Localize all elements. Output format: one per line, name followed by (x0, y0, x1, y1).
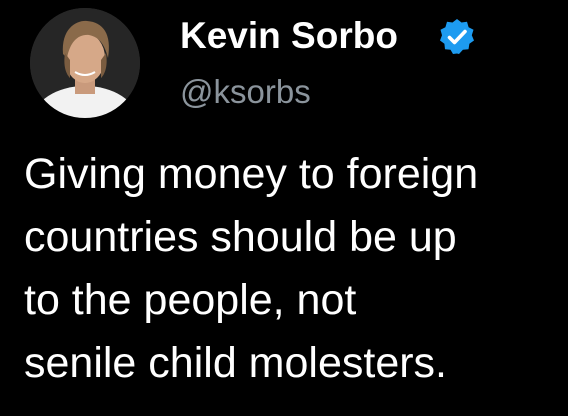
tweet-line: Giving money to foreign (24, 150, 479, 198)
tweet-line: senile child molesters. (24, 339, 448, 387)
tweet-line: countries should be up (24, 213, 457, 261)
avatar[interactable] (30, 8, 140, 118)
profile-photo-icon (30, 8, 140, 118)
author-name[interactable]: Kevin Sorbo (180, 12, 398, 60)
tweet-card: Kevin Sorbo @ksorbs Giving money to fore… (0, 0, 568, 416)
tweet-text: Giving money to foreign countries should… (24, 143, 564, 395)
verified-badge-icon (440, 19, 474, 54)
author-handle[interactable]: @ksorbs (180, 72, 311, 112)
tweet-line: to the people, not (24, 276, 357, 324)
